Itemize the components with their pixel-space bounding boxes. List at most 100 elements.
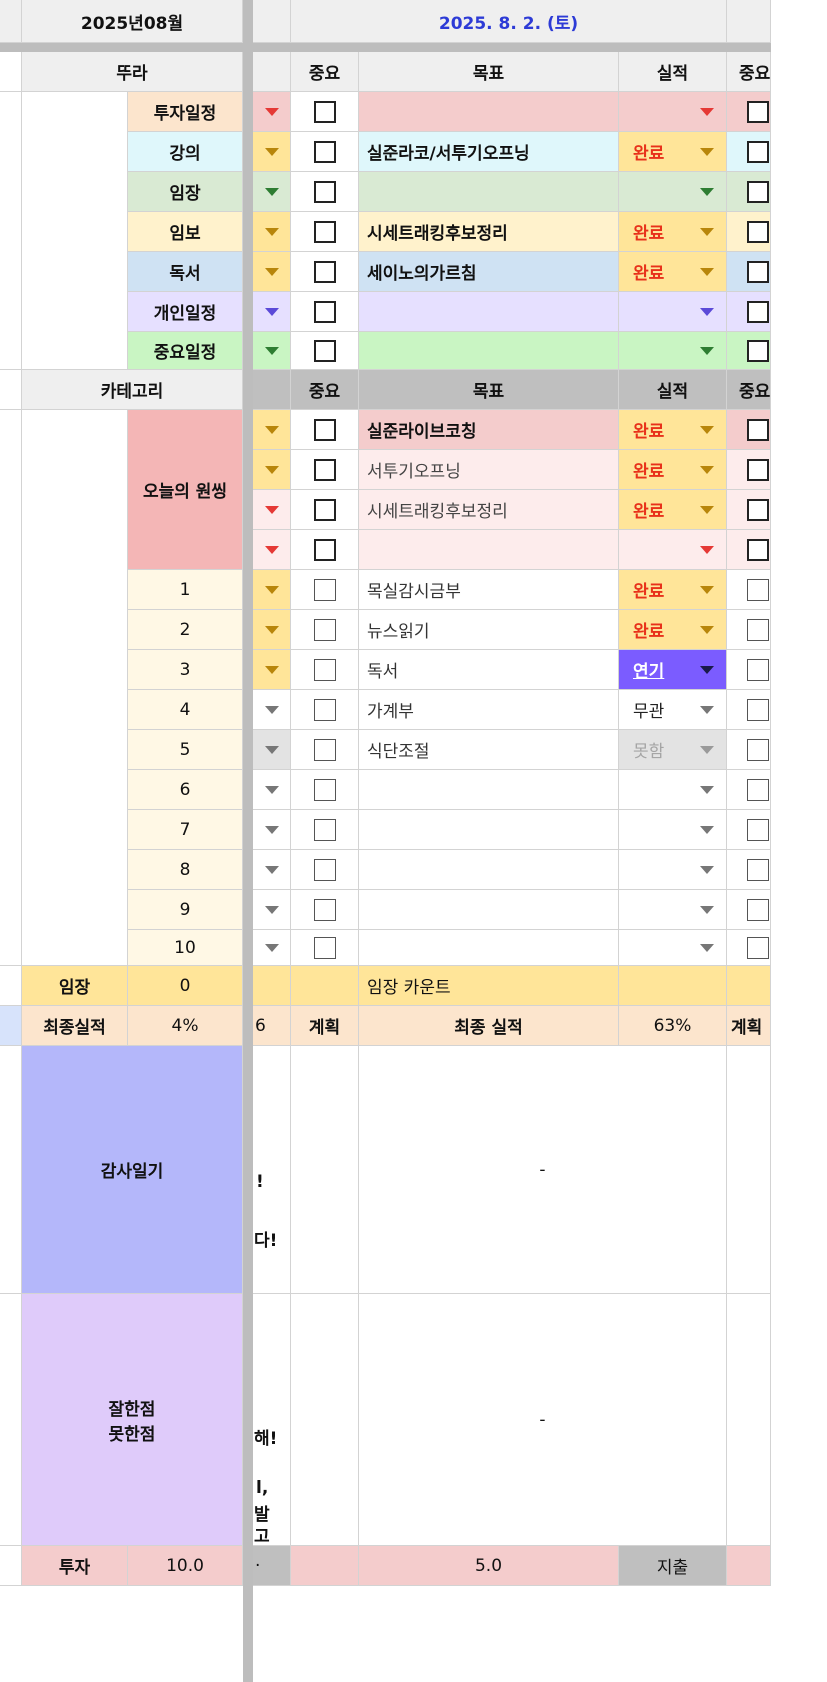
next-checkbox-cell[interactable] <box>727 850 771 890</box>
important-checkbox-cell[interactable] <box>291 92 359 132</box>
next-checkbox-cell[interactable] <box>727 410 771 450</box>
important-checkbox-cell[interactable] <box>291 490 359 530</box>
dropdown-cell[interactable] <box>253 770 291 810</box>
next-checkbox-cell[interactable] <box>727 610 771 650</box>
routine-goal[interactable] <box>359 930 619 966</box>
next-checkbox-cell[interactable] <box>727 292 771 332</box>
checkbox[interactable] <box>747 180 769 203</box>
schedule-goal[interactable] <box>359 292 619 332</box>
next-checkbox-cell[interactable] <box>727 252 771 292</box>
next-checkbox-cell[interactable] <box>727 132 771 172</box>
result-dropdown[interactable]: 연기 <box>619 650 727 690</box>
checkbox[interactable] <box>313 658 336 681</box>
routine-goal[interactable]: 독서 <box>359 650 619 690</box>
checkbox[interactable] <box>747 618 769 641</box>
schedule-goal[interactable]: 세이노의가르침 <box>359 252 619 292</box>
schedule-goal[interactable] <box>359 172 619 212</box>
next-checkbox-cell[interactable] <box>727 690 771 730</box>
checkbox[interactable] <box>747 658 769 681</box>
important-checkbox-cell[interactable] <box>291 292 359 332</box>
important-checkbox-cell[interactable] <box>291 252 359 292</box>
next-checkbox-cell[interactable] <box>727 450 771 490</box>
important-checkbox-cell[interactable] <box>291 770 359 810</box>
result-dropdown[interactable] <box>619 92 727 132</box>
schedule-goal[interactable] <box>359 92 619 132</box>
result-dropdown[interactable] <box>619 810 727 850</box>
dropdown-cell[interactable] <box>253 332 291 370</box>
important-checkbox-cell[interactable] <box>291 650 359 690</box>
dropdown-cell[interactable] <box>253 610 291 650</box>
checkbox[interactable] <box>313 738 336 761</box>
next-checkbox-cell[interactable] <box>727 332 771 370</box>
checkbox[interactable] <box>747 538 769 561</box>
dropdown-cell[interactable] <box>253 570 291 610</box>
result-dropdown[interactable] <box>619 332 727 370</box>
next-checkbox-cell[interactable] <box>727 810 771 850</box>
result-dropdown[interactable] <box>619 850 727 890</box>
important-checkbox-cell[interactable] <box>291 690 359 730</box>
result-dropdown[interactable] <box>619 930 727 966</box>
result-dropdown[interactable]: 완료 <box>619 490 727 530</box>
routine-goal[interactable] <box>359 810 619 850</box>
routine-goal[interactable] <box>359 850 619 890</box>
checkbox[interactable] <box>313 220 336 243</box>
dropdown-cell[interactable] <box>253 890 291 930</box>
routine-goal[interactable]: 가계부 <box>359 690 619 730</box>
next-checkbox-cell[interactable] <box>727 770 771 810</box>
dropdown-cell[interactable] <box>253 690 291 730</box>
checkbox[interactable] <box>747 936 769 959</box>
checkbox[interactable] <box>747 458 769 481</box>
routine-goal[interactable]: 목실감시금부 <box>359 570 619 610</box>
checkbox[interactable] <box>747 858 769 881</box>
routine-goal[interactable]: 뉴스읽기 <box>359 610 619 650</box>
result-dropdown[interactable] <box>619 172 727 212</box>
dropdown-cell[interactable] <box>253 292 291 332</box>
checkbox[interactable] <box>313 339 336 362</box>
routine-goal[interactable]: 식단조절 <box>359 730 619 770</box>
dropdown-cell[interactable] <box>253 810 291 850</box>
result-dropdown[interactable]: 완료 <box>619 252 727 292</box>
checkbox[interactable] <box>747 300 769 323</box>
one-thing-goal[interactable]: 서투기오프닝 <box>359 450 619 490</box>
date-label[interactable]: 2025. 8. 2. (토) <box>291 0 727 43</box>
checkbox[interactable] <box>313 260 336 283</box>
checkbox[interactable] <box>747 898 769 921</box>
checkbox[interactable] <box>313 498 336 521</box>
dropdown-cell[interactable] <box>253 490 291 530</box>
dropdown-cell[interactable] <box>253 410 291 450</box>
gratitude-entry[interactable]: - <box>359 1046 727 1294</box>
important-checkbox-cell[interactable] <box>291 610 359 650</box>
checkbox[interactable] <box>313 898 336 921</box>
result-dropdown[interactable]: 완료 <box>619 410 727 450</box>
checkbox[interactable] <box>313 818 336 841</box>
checkbox[interactable] <box>747 100 769 123</box>
routine-goal[interactable] <box>359 770 619 810</box>
result-dropdown[interactable] <box>619 292 727 332</box>
checkbox[interactable] <box>313 618 336 641</box>
checkbox[interactable] <box>747 339 769 362</box>
result-dropdown[interactable] <box>619 530 727 570</box>
next-checkbox-cell[interactable] <box>727 530 771 570</box>
checkbox[interactable] <box>747 818 769 841</box>
important-checkbox-cell[interactable] <box>291 450 359 490</box>
dropdown-cell[interactable] <box>253 172 291 212</box>
important-checkbox-cell[interactable] <box>291 570 359 610</box>
dropdown-cell[interactable] <box>253 650 291 690</box>
important-checkbox-cell[interactable] <box>291 930 359 966</box>
result-dropdown[interactable] <box>619 770 727 810</box>
checkbox[interactable] <box>747 220 769 243</box>
result-dropdown[interactable]: 완료 <box>619 212 727 252</box>
frozen-column-divider[interactable] <box>243 0 253 1682</box>
dropdown-cell[interactable] <box>253 212 291 252</box>
checkbox[interactable] <box>747 738 769 761</box>
checkbox[interactable] <box>747 778 769 801</box>
result-dropdown[interactable]: 무관 <box>619 690 727 730</box>
dropdown-cell[interactable] <box>253 530 291 570</box>
schedule-goal[interactable] <box>359 332 619 370</box>
important-checkbox-cell[interactable] <box>291 132 359 172</box>
routine-goal[interactable] <box>359 890 619 930</box>
dropdown-cell[interactable] <box>253 930 291 966</box>
important-checkbox-cell[interactable] <box>291 212 359 252</box>
next-checkbox-cell[interactable] <box>727 490 771 530</box>
checkbox[interactable] <box>313 936 336 959</box>
